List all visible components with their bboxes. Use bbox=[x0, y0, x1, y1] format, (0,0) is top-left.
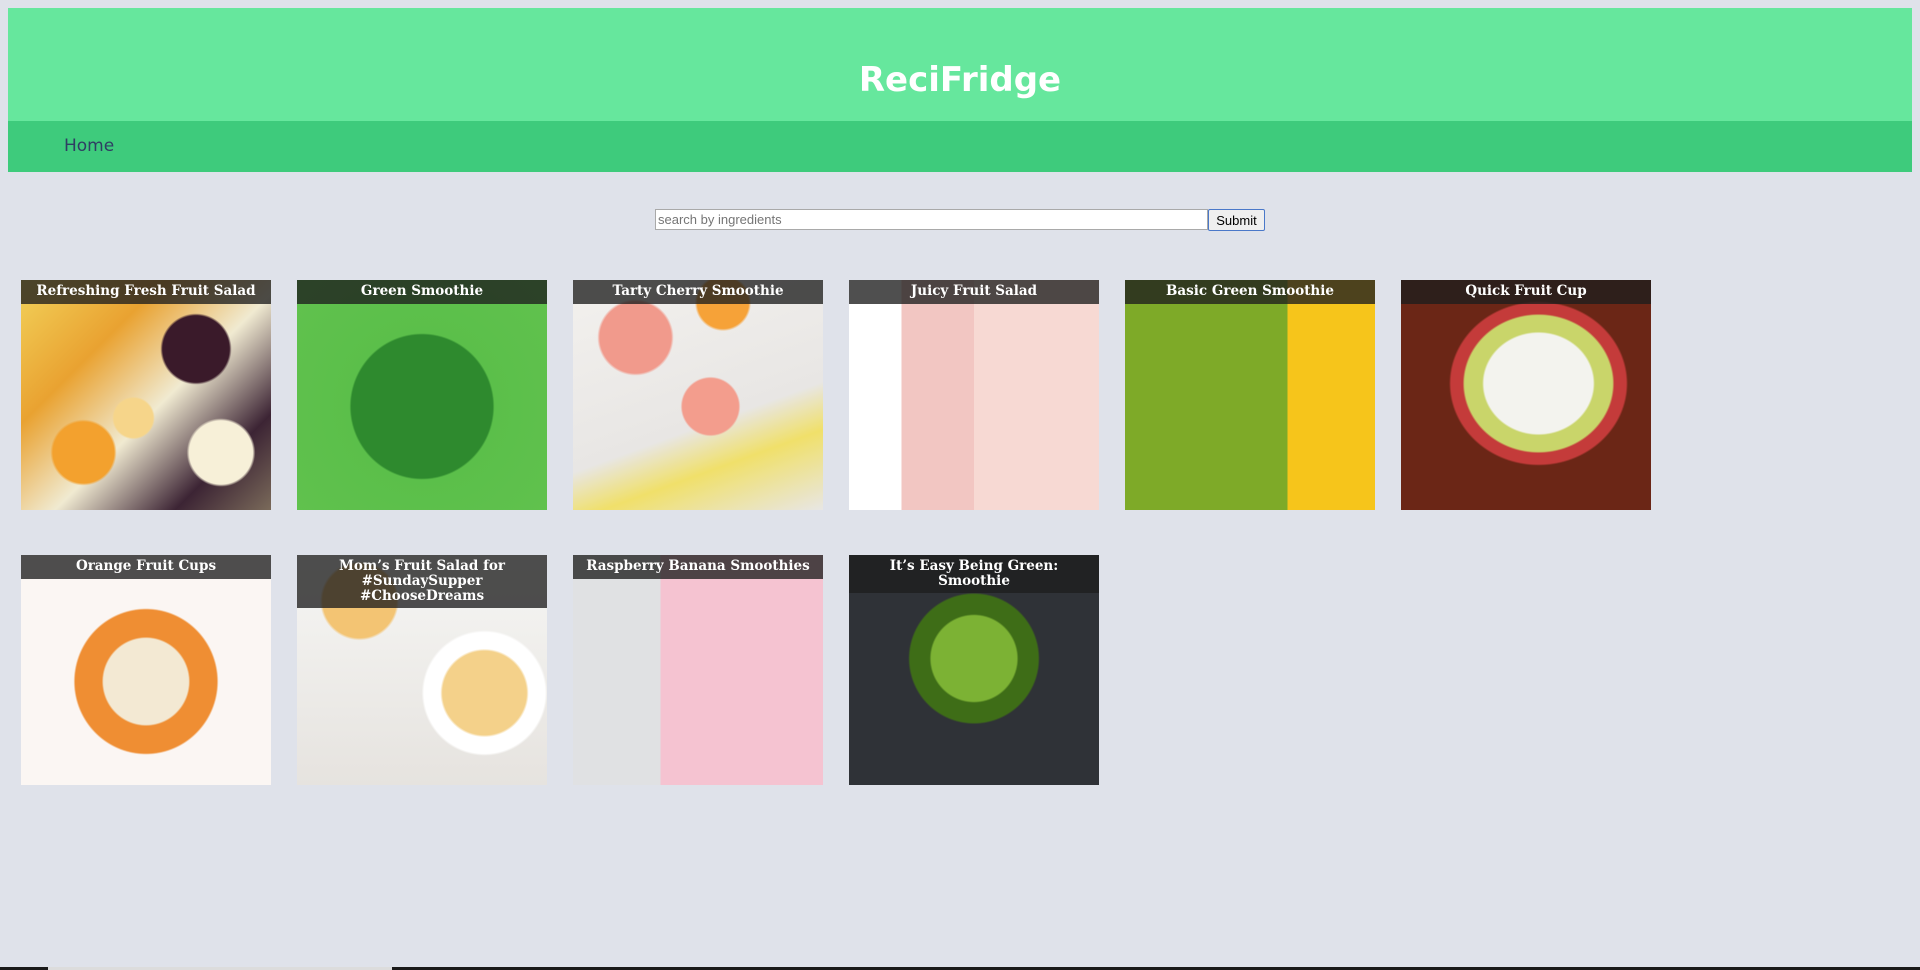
recipe-title: Quick Fruit Cup bbox=[1401, 280, 1651, 304]
recipe-card[interactable]: It’s Easy Being Green: Smoothie bbox=[849, 555, 1099, 785]
recipe-title: Tarty Cherry Smoothie bbox=[573, 280, 823, 304]
recipe-image bbox=[21, 280, 271, 510]
recipe-image bbox=[21, 555, 271, 785]
recipe-title: Juicy Fruit Salad bbox=[849, 280, 1099, 304]
site-title: ReciFridge bbox=[858, 59, 1062, 100]
recipe-grid: Refreshing Fresh Fruit Salad Green Smoot… bbox=[21, 280, 1651, 785]
submit-button[interactable]: Submit bbox=[1208, 209, 1265, 231]
recipe-image bbox=[573, 280, 823, 510]
recipe-card[interactable]: Green Smoothie bbox=[297, 280, 547, 510]
recipe-card[interactable]: Quick Fruit Cup bbox=[1401, 280, 1651, 510]
nav-bar: Home bbox=[8, 121, 1912, 172]
recipe-card[interactable]: Raspberry Banana Smoothies bbox=[573, 555, 823, 785]
recipe-card[interactable]: Basic Green Smoothie bbox=[1125, 280, 1375, 510]
recipe-image bbox=[297, 280, 547, 510]
recipe-image bbox=[1125, 280, 1375, 510]
nav-home-link[interactable]: Home bbox=[64, 136, 114, 156]
recipe-image bbox=[849, 280, 1099, 510]
recipe-title: Raspberry Banana Smoothies bbox=[573, 555, 823, 579]
search-input[interactable] bbox=[655, 209, 1208, 230]
recipe-title: Basic Green Smoothie bbox=[1125, 280, 1375, 304]
recipe-card[interactable]: Mom’s Fruit Salad for #SundaySupper #Cho… bbox=[297, 555, 547, 785]
recipe-card[interactable]: Refreshing Fresh Fruit Salad bbox=[21, 280, 271, 510]
search-form: Submit bbox=[655, 209, 1265, 231]
recipe-title: Green Smoothie bbox=[297, 280, 547, 304]
recipe-title: Mom’s Fruit Salad for #SundaySupper #Cho… bbox=[297, 555, 547, 608]
recipe-title: Refreshing Fresh Fruit Salad bbox=[21, 280, 271, 304]
recipe-card[interactable]: Juicy Fruit Salad bbox=[849, 280, 1099, 510]
recipe-title: It’s Easy Being Green: Smoothie bbox=[849, 555, 1099, 593]
recipe-card[interactable]: Orange Fruit Cups bbox=[21, 555, 271, 785]
recipe-image bbox=[1401, 280, 1651, 510]
recipe-card[interactable]: Tarty Cherry Smoothie bbox=[573, 280, 823, 510]
recipe-image bbox=[573, 555, 823, 785]
recipe-title: Orange Fruit Cups bbox=[21, 555, 271, 579]
site-header: ReciFridge bbox=[8, 8, 1912, 121]
